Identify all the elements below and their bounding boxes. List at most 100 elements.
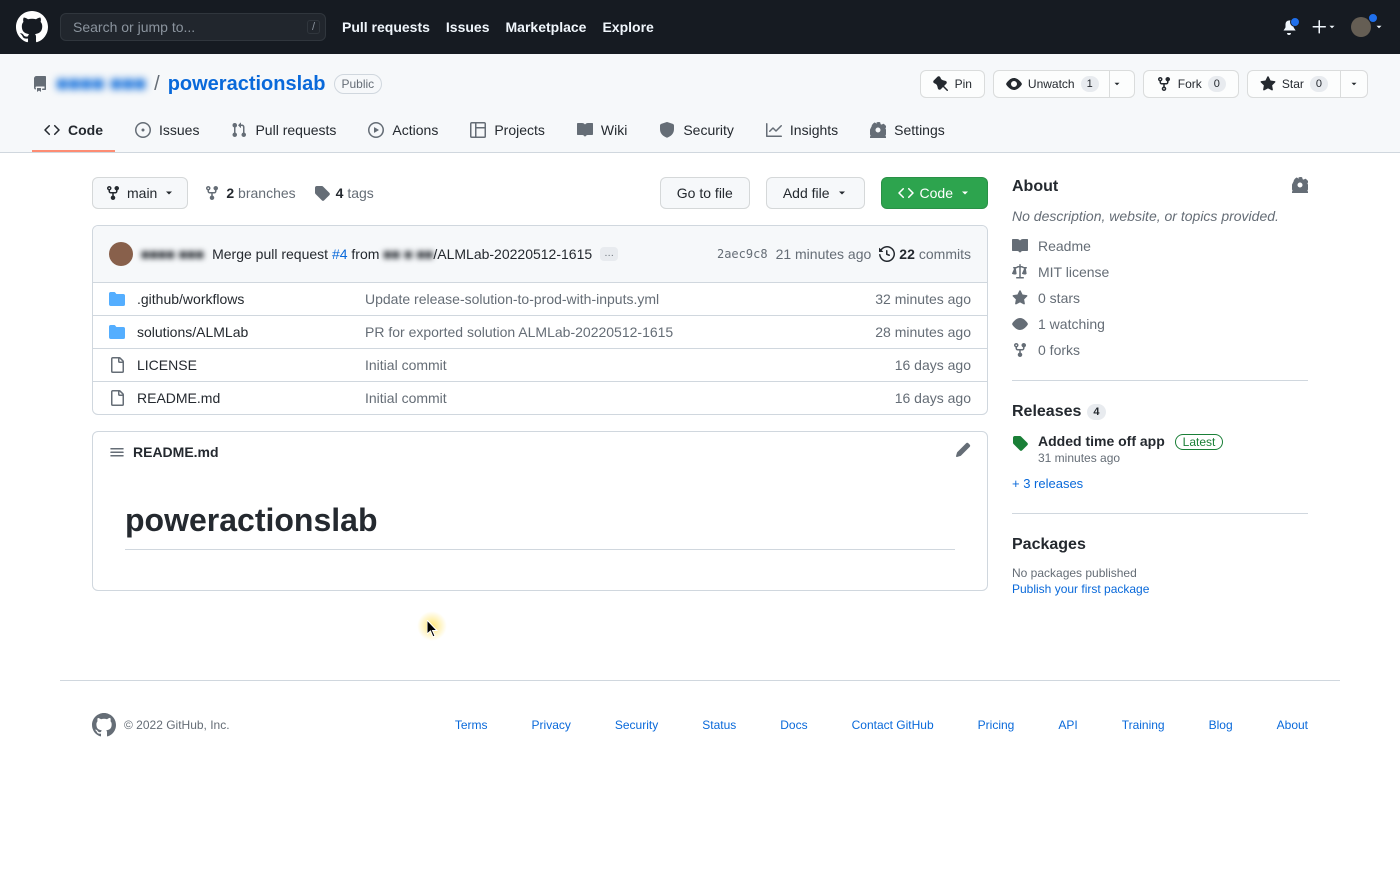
file-name-link[interactable]: .github/workflows bbox=[137, 291, 244, 307]
file-row: README.md Initial commit 16 days ago bbox=[93, 382, 987, 414]
footer-link[interactable]: Terms bbox=[455, 718, 488, 732]
goto-file-button[interactable]: Go to file bbox=[660, 177, 750, 209]
visibility-badge: Public bbox=[334, 74, 383, 94]
readme-box: README.md poweractionslab bbox=[92, 431, 988, 591]
nav-marketplace[interactable]: Marketplace bbox=[506, 19, 587, 35]
file-row: LICENSEInitial commit16 days ago bbox=[93, 349, 987, 382]
caret-down-icon bbox=[1349, 79, 1359, 89]
tab-settings[interactable]: Settings bbox=[858, 114, 957, 152]
file-icon bbox=[109, 357, 125, 373]
sidebar-packages: Packages No packages published Publish y… bbox=[1012, 536, 1308, 618]
repo-actions: Pin Unwatch 1 Fork 0 Star 0 bbox=[920, 70, 1368, 98]
folder-icon bbox=[109, 291, 125, 307]
stars-link[interactable]: 0 stars bbox=[1012, 290, 1308, 306]
forks-link[interactable]: 0 forks bbox=[1012, 342, 1308, 358]
unwatch-button[interactable]: Unwatch 1 bbox=[993, 70, 1135, 98]
fork-button[interactable]: Fork 0 bbox=[1143, 70, 1239, 98]
packages-title: Packages bbox=[1012, 536, 1086, 554]
repo-pagehead: ■■■■ ■■■ / poweractionslab Public Pin Un… bbox=[0, 54, 1400, 153]
owner-link[interactable]: ■■■■ ■■■ bbox=[56, 73, 146, 96]
tab-issues[interactable]: Issues bbox=[123, 114, 211, 152]
code-download-button[interactable]: Code bbox=[881, 177, 988, 209]
branches-link[interactable]: 2 branches bbox=[204, 185, 295, 201]
file-time: 16 days ago bbox=[895, 390, 971, 406]
star-button[interactable]: Star 0 bbox=[1247, 70, 1341, 98]
gear-icon bbox=[1292, 177, 1308, 193]
history-icon bbox=[879, 246, 895, 262]
tab-projects[interactable]: Projects bbox=[458, 114, 557, 152]
book-icon bbox=[1012, 238, 1028, 254]
commit-avatar[interactable] bbox=[109, 242, 133, 266]
commit-ellipsis[interactable]: … bbox=[600, 247, 618, 261]
footer-link[interactable]: Status bbox=[702, 718, 736, 732]
footer-link[interactable]: Training bbox=[1122, 718, 1165, 732]
tab-pulls[interactable]: Pull requests bbox=[219, 114, 348, 152]
nav-explore[interactable]: Explore bbox=[602, 19, 653, 35]
main-header: / Pull requests Issues Marketplace Explo… bbox=[0, 0, 1400, 54]
readme-heading: poweractionslab bbox=[125, 502, 955, 550]
edit-about-button[interactable] bbox=[1292, 177, 1308, 196]
commit-pr-link[interactable]: #4 bbox=[332, 246, 348, 262]
nav-pulls[interactable]: Pull requests bbox=[342, 19, 430, 35]
watching-link[interactable]: 1 watching bbox=[1012, 316, 1308, 332]
latest-release-link[interactable]: Added time off app Latest 31 minutes ago bbox=[1012, 433, 1308, 465]
tab-wiki[interactable]: Wiki bbox=[565, 114, 639, 152]
footer-link[interactable]: About bbox=[1277, 718, 1308, 732]
file-name-link[interactable]: solutions/ALMLab bbox=[137, 324, 248, 340]
create-new-dropdown[interactable] bbox=[1311, 19, 1337, 35]
file-commit-msg[interactable]: Initial commit bbox=[365, 390, 879, 406]
repo-tabs: Code Issues Pull requests Actions Projec… bbox=[0, 114, 1400, 152]
file-name-link[interactable]: README.md bbox=[137, 390, 220, 406]
license-link[interactable]: MIT license bbox=[1012, 264, 1308, 280]
pin-button[interactable]: Pin bbox=[920, 70, 985, 98]
footer-link[interactable]: Security bbox=[615, 718, 658, 732]
commit-author[interactable]: ■■■■ ■■■ bbox=[141, 246, 204, 262]
file-commit-msg[interactable]: Initial commit bbox=[365, 357, 879, 373]
user-menu[interactable] bbox=[1351, 17, 1384, 37]
publish-package-link[interactable]: Publish your first package bbox=[1012, 582, 1149, 596]
no-packages-text: No packages published bbox=[1012, 566, 1308, 580]
branch-select-button[interactable]: main bbox=[92, 177, 188, 209]
footer-link[interactable]: Pricing bbox=[978, 718, 1015, 732]
tab-security[interactable]: Security bbox=[647, 114, 746, 152]
github-logo[interactable] bbox=[16, 11, 48, 43]
readme-link[interactable]: Readme bbox=[1012, 238, 1308, 254]
repo-title: ■■■■ ■■■ / poweractionslab Public bbox=[32, 73, 382, 96]
notifications-button[interactable] bbox=[1281, 19, 1297, 35]
readme-filename-link[interactable]: README.md bbox=[133, 444, 219, 460]
repo-icon bbox=[32, 76, 48, 92]
commit-sha[interactable]: 2aec9c8 bbox=[717, 247, 768, 261]
footer-link[interactable]: Docs bbox=[780, 718, 807, 732]
projects-icon bbox=[470, 122, 486, 138]
more-releases-link[interactable]: + 3 releases bbox=[1012, 476, 1083, 491]
footer-link[interactable]: Blog bbox=[1209, 718, 1233, 732]
file-commit-msg[interactable]: Update release-solution-to-prod-with-inp… bbox=[365, 291, 859, 307]
file-commit-msg[interactable]: PR for exported solution ALMLab-20220512… bbox=[365, 324, 859, 340]
copyright-text: © 2022 GitHub, Inc. bbox=[124, 718, 230, 732]
eye-icon bbox=[1012, 316, 1028, 332]
edit-readme-button[interactable] bbox=[955, 442, 971, 461]
notification-dot bbox=[1290, 17, 1300, 27]
footer-link[interactable]: Contact GitHub bbox=[852, 718, 934, 732]
commit-msg-prefix[interactable]: Merge pull request bbox=[212, 246, 332, 262]
tab-code[interactable]: Code bbox=[32, 114, 115, 152]
code-icon bbox=[898, 185, 914, 201]
file-name-link[interactable]: LICENSE bbox=[137, 357, 197, 373]
commits-history-link[interactable]: 22 commits bbox=[879, 246, 971, 262]
star-dropdown-button[interactable] bbox=[1341, 70, 1368, 98]
footer-link[interactable]: Privacy bbox=[532, 718, 571, 732]
tags-link[interactable]: 4 tags bbox=[314, 185, 374, 201]
tab-insights[interactable]: Insights bbox=[754, 114, 850, 152]
nav-issues[interactable]: Issues bbox=[446, 19, 490, 35]
search-input[interactable] bbox=[60, 13, 326, 41]
tab-actions[interactable]: Actions bbox=[356, 114, 450, 152]
sidebar-about: About No description, website, or topics… bbox=[1012, 177, 1308, 381]
repo-name-link[interactable]: poweractionslab bbox=[168, 73, 326, 96]
caret-down-icon bbox=[1327, 22, 1337, 32]
footer-link[interactable]: API bbox=[1058, 718, 1077, 732]
latest-commit-bar: ■■■■ ■■■ Merge pull request #4 from ■■ ■… bbox=[93, 226, 987, 283]
add-file-button[interactable]: Add file bbox=[766, 177, 865, 209]
star-icon bbox=[1260, 76, 1276, 92]
releases-header-link[interactable]: Releases 4 bbox=[1012, 403, 1106, 421]
latest-badge: Latest bbox=[1175, 434, 1224, 450]
